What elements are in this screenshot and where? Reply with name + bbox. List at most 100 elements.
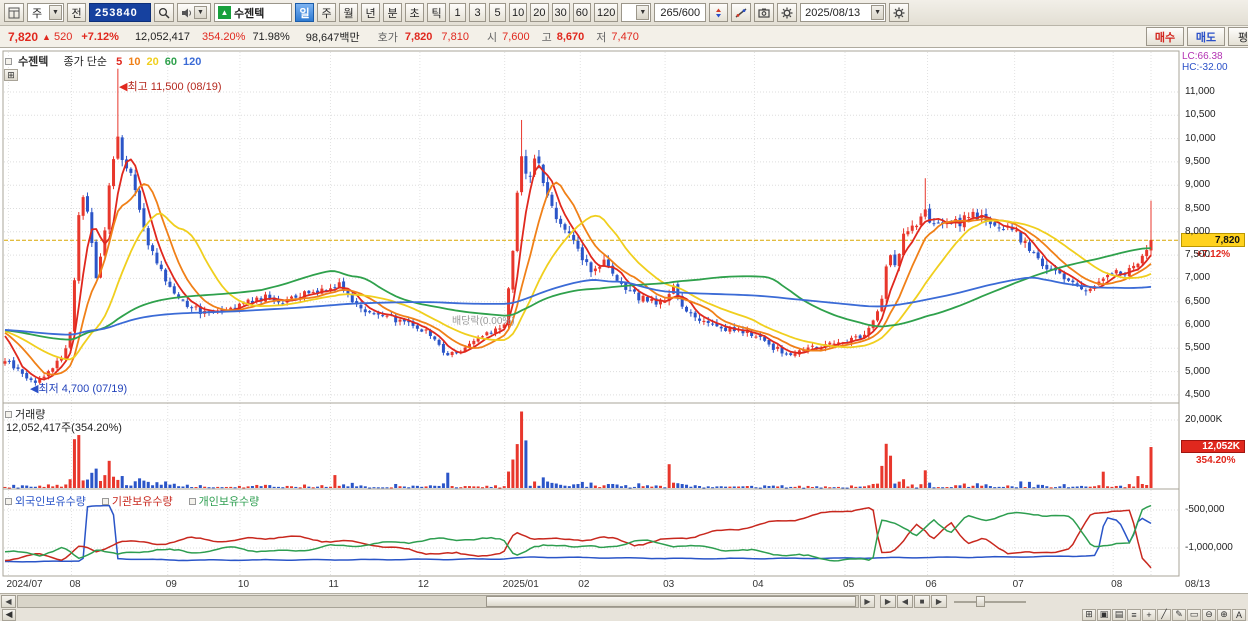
legend-square-icon <box>5 498 12 505</box>
forward-button[interactable]: ▶ <box>931 594 947 608</box>
sound-alert-button[interactable]: ▼ <box>177 3 211 22</box>
period-button-일[interactable]: 일 <box>295 3 314 22</box>
swap-arrows-button[interactable] <box>709 3 729 22</box>
scroll-right-button[interactable]: ▶ <box>860 594 875 608</box>
period-button-초[interactable]: 초 <box>405 3 424 22</box>
scroll-left-button[interactable]: ◀ <box>1 594 16 608</box>
current-price: 7,820 <box>8 29 39 44</box>
period-button-년[interactable]: 년 <box>361 3 380 22</box>
avg-button[interactable]: 평 <box>1228 27 1248 46</box>
asset-type-value: 주 <box>32 7 43 20</box>
period-button-주[interactable]: 주 <box>317 3 336 22</box>
scrollbar-thumb[interactable] <box>486 595 856 607</box>
window-icon[interactable]: ▣ <box>1097 608 1111 621</box>
interval-button-5[interactable]: 5 <box>489 3 506 22</box>
ma-period-label-60: 60 <box>164 56 177 68</box>
period-button-틱[interactable]: 틱 <box>427 3 446 22</box>
legend-square-icon <box>188 498 196 505</box>
high-label: 고 <box>541 31 552 44</box>
volume-ratio: 354.20% <box>202 30 246 43</box>
grid-icon[interactable]: ⊞ <box>1082 608 1096 621</box>
window-menu-icon[interactable] <box>4 3 24 22</box>
holders-axis-label-2: -1,000,000 <box>1185 542 1233 553</box>
tools-button[interactable] <box>777 3 798 22</box>
chevron-down-icon[interactable]: ▼ <box>871 5 885 20</box>
order-buttons: 매수 매도 평 <box>1146 27 1248 46</box>
y-axis-label: 9,000 <box>1185 179 1211 191</box>
legend-square-icon <box>5 411 12 418</box>
date-picker[interactable]: 2025/08/13 ▼ <box>800 3 887 22</box>
settings-button[interactable] <box>889 3 910 22</box>
speed-slider[interactable] <box>954 595 1026 608</box>
period-button-분[interactable]: 분 <box>383 3 402 22</box>
asset-type-dropdown[interactable]: 주 ▼ <box>27 3 64 22</box>
stop-button[interactable]: ■ <box>914 594 930 608</box>
chevron-down-icon[interactable]: ▼ <box>49 5 62 20</box>
ex-dividend-annotation: 배당락(0.00%) <box>452 316 515 327</box>
pencil-icon[interactable]: ✎ <box>1172 608 1186 621</box>
interval-button-120[interactable]: 120 <box>594 3 619 22</box>
search-button[interactable] <box>154 3 174 22</box>
sell-button[interactable]: 매도 <box>1187 27 1225 46</box>
search-icon <box>158 7 170 19</box>
y-axis-label: 8,000 <box>1185 225 1211 237</box>
interval-button-3[interactable]: 3 <box>469 3 486 22</box>
stock-badge-icon: ▲ <box>218 6 231 19</box>
interval-button-30[interactable]: 30 <box>551 3 570 22</box>
change-percent: +7.12% <box>81 30 119 43</box>
x-axis-label: 08 <box>1111 579 1123 590</box>
interval-button-1[interactable]: 1 <box>449 3 466 22</box>
indicator-settings-icon[interactable]: ⊞ <box>4 69 18 81</box>
trendline-icon[interactable]: ╱ <box>1157 608 1171 621</box>
crosshair-icon[interactable]: + <box>1142 608 1156 621</box>
x-axis-last-label: 08/13 <box>1185 579 1211 590</box>
high-price: 8,670 <box>556 30 585 43</box>
x-axis-label: 2025/01 <box>502 579 539 590</box>
x-axis-label: 04 <box>752 579 764 590</box>
chevron-down-icon[interactable]: ▼ <box>194 6 207 19</box>
y-axis-label: 8,500 <box>1185 202 1211 214</box>
list-icon[interactable]: ≡ <box>1127 608 1141 621</box>
y-axis-label: 10,500 <box>1185 109 1216 121</box>
jeon-button[interactable]: 전 <box>67 3 86 22</box>
chart-canvas[interactable] <box>0 48 1248 593</box>
high-annotation: ◀최고 11,500 (08/19) <box>119 81 222 93</box>
interval-button-20[interactable]: 20 <box>530 3 549 22</box>
zoom-in-icon[interactable]: ⊕ <box>1217 608 1231 621</box>
x-axis-label: 10 <box>237 579 250 590</box>
slider-knob[interactable] <box>976 595 985 607</box>
x-axis-label: 09 <box>165 579 177 590</box>
y-axis-label: 6,000 <box>1185 319 1211 330</box>
interval-button-60[interactable]: 60 <box>572 3 591 22</box>
trendline-tool-button[interactable] <box>731 3 752 22</box>
x-axis-label: 06 <box>925 579 937 590</box>
collapse-button[interactable]: ◀ <box>2 608 16 621</box>
ma-period-label-120: 120 <box>182 56 202 68</box>
x-axis-label: 03 <box>663 579 675 590</box>
horizontal-scrollbar[interactable] <box>17 594 859 608</box>
split-view-icon[interactable]: ▤ <box>1112 608 1126 621</box>
legend-square-icon <box>5 58 12 65</box>
interval-button-10[interactable]: 10 <box>509 3 528 22</box>
gear-icon <box>781 7 793 18</box>
rewind-button[interactable]: ◀ <box>897 594 913 608</box>
stock-code-input[interactable]: 253840 <box>89 3 151 22</box>
period-button-월[interactable]: 월 <box>339 3 358 22</box>
buy-button[interactable]: 매수 <box>1146 27 1184 46</box>
low-label: 저 <box>596 31 607 44</box>
speaker-icon <box>182 8 191 17</box>
bid-price: 7,810 <box>441 30 469 43</box>
y-axis-label: 4,500 <box>1185 388 1211 400</box>
x-axis-label: 07 <box>1012 579 1024 590</box>
play-button[interactable]: ▶ <box>880 594 896 608</box>
eraser-icon[interactable]: ▭ <box>1187 608 1201 621</box>
institution-holdings-legend: 기관보유수량 <box>101 496 173 508</box>
turnover-rate: 71.98% <box>252 30 290 43</box>
capture-button[interactable] <box>754 3 775 22</box>
chevron-down-icon[interactable]: ▼ <box>636 5 650 20</box>
chart-style-dropdown[interactable]: ▼ <box>621 3 652 22</box>
bottom-scrollbar-row: ◀ ▶ ▶ ◀ ■ ▶ <box>0 593 1248 608</box>
font-size-icon[interactable]: A <box>1232 608 1246 621</box>
zoom-out-icon[interactable]: ⊖ <box>1202 608 1216 621</box>
volume-axis-label: 20,000K <box>1185 414 1223 425</box>
